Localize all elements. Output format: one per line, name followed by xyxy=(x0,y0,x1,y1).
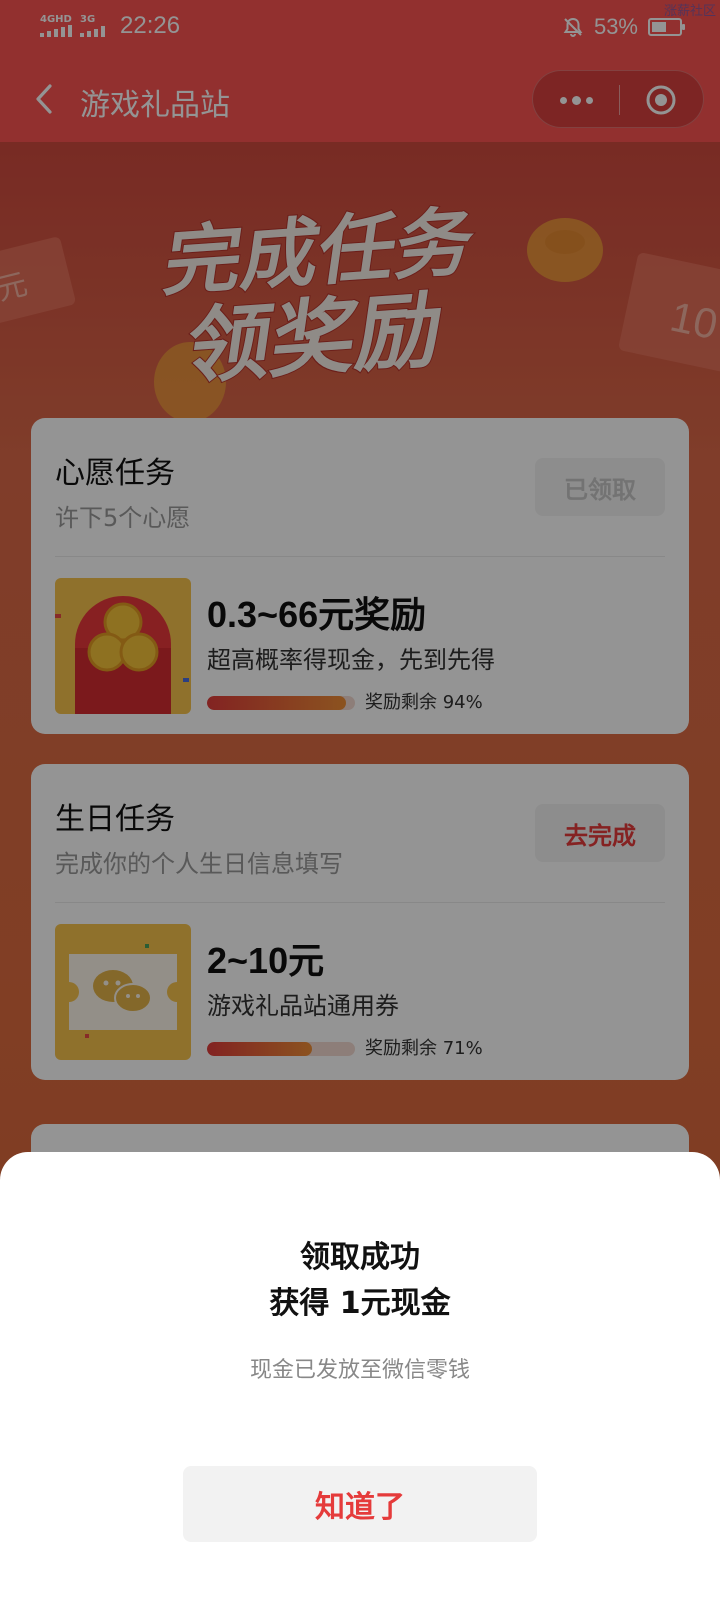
dialog-note: 现金已发放至微信零钱 xyxy=(249,1358,470,1383)
dialog-title: 领取成功 xyxy=(300,1240,420,1275)
got-it-button[interactable]: 知道了 xyxy=(183,1466,537,1542)
dialog-subtitle: 获得 1元现金 xyxy=(269,1286,451,1321)
success-dialog: 领取成功 获得 1元现金 现金已发放至微信零钱 知道了 xyxy=(0,1152,720,1600)
